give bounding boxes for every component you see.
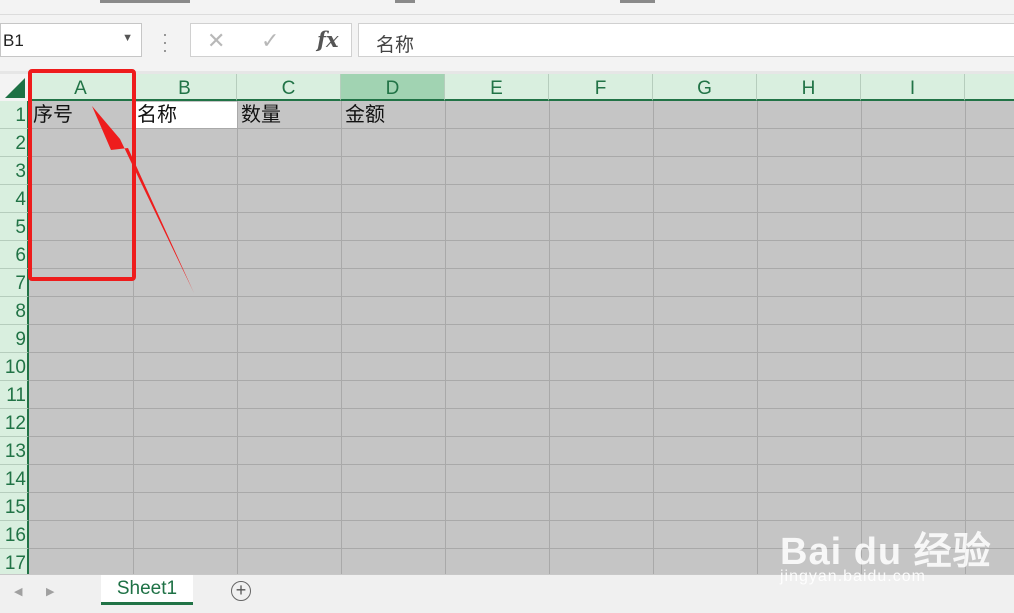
tab-sheet1[interactable]: Sheet1 [101, 575, 193, 605]
watermark-logo: Bai du 经验 [780, 531, 992, 573]
annotation-arrow-shape [92, 106, 194, 293]
watermark-url: jingyan.baidu.com [780, 568, 926, 585]
scroll-left-icon[interactable]: ◀ [14, 585, 22, 598]
add-sheet-button[interactable]: + [231, 581, 251, 601]
scroll-right-icon[interactable]: ▶ [46, 585, 54, 598]
watermark: Bai du 经验 jingyan.baidu.com [780, 500, 1000, 590]
